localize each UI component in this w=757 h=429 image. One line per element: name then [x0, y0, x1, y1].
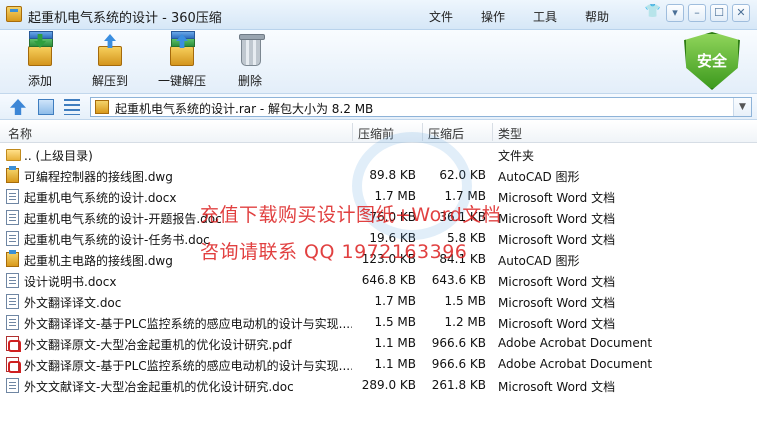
file-type: Microsoft Word 文档 — [498, 191, 616, 205]
dwg-file-icon — [6, 166, 19, 183]
shirt-skin-icon[interactable]: 👕 — [644, 4, 662, 22]
extract-folder-icon — [93, 34, 127, 68]
pdf-file-icon — [6, 336, 21, 352]
archive-app-icon — [6, 6, 22, 22]
extract-to-button[interactable]: 解压到 — [84, 34, 136, 92]
menu-help[interactable]: 帮助 — [585, 8, 609, 25]
file-type: Microsoft Word 文档 — [498, 212, 616, 226]
watermark-text-2: 咨询请联系 QQ 1972163396 — [200, 241, 468, 263]
file-name: 外文翻译译文.doc — [24, 296, 122, 310]
word-doc-icon — [6, 273, 19, 288]
maximize-button[interactable]: ☐ — [710, 4, 728, 22]
file-name: 设计说明书.docx — [24, 275, 117, 289]
table-row[interactable]: 外文文献译文-大型冶金起重机的优化设计研究.doc 289.0 KB 261.8 K… — [0, 375, 757, 396]
word-doc-icon — [6, 189, 19, 204]
rar-archive-icon — [95, 100, 109, 114]
add-archive-icon — [23, 31, 57, 68]
menu-file[interactable]: 文件 — [429, 8, 453, 25]
chevron-down-icon[interactable]: ▼ — [733, 98, 751, 116]
menu-operation[interactable]: 操作 — [481, 8, 505, 25]
minimize-button[interactable]: – — [688, 4, 706, 22]
compressed-size: 1.2 MB — [444, 315, 486, 329]
file-type: Microsoft Word 文档 — [498, 296, 616, 310]
compressed-size: 261.8 KB — [431, 378, 486, 392]
file-type: Microsoft Word 文档 — [498, 275, 616, 289]
file-type: AutoCAD 图形 — [498, 170, 580, 184]
word-doc-icon — [6, 231, 19, 246]
word-doc-icon — [6, 315, 19, 330]
table-row[interactable]: 外文翻译译文.doc 1.7 MB 1.5 MB Microsoft Word 文档 — [0, 291, 757, 312]
trash-icon — [233, 34, 267, 68]
add-button[interactable]: 添加 — [14, 31, 66, 92]
one-click-extract-label: 一键解压 — [157, 74, 206, 88]
delete-label: 删除 — [237, 74, 262, 88]
file-name: 可编程控制器的接线图.dwg — [24, 170, 173, 184]
table-row[interactable]: 外文翻译原文-大型冶金起重机的优化设计研究.pdf 1.1 MB 966.6 KB A… — [0, 333, 757, 354]
packed-size: 1.1 MB — [374, 357, 416, 371]
compressed-size: 966.6 KB — [431, 336, 486, 350]
dwg-file-icon — [6, 250, 19, 267]
packed-size: 646.8 KB — [361, 273, 416, 287]
address-field[interactable]: 起重机电气系统的设计.rar - 解包大小为 8.2 MB ▼ — [90, 97, 752, 117]
packed-size: 289.0 KB — [361, 378, 416, 392]
file-name: .. (上级目录) — [24, 149, 93, 163]
title-bar: 起重机电气系统的设计 - 360压缩 文件 操作 工具 帮助 👕 ▾ – ☐ ✕ — [0, 0, 757, 30]
pdf-file-icon — [6, 357, 21, 373]
address-bar: 起重机电气系统的设计.rar - 解包大小为 8.2 MB ▼ — [0, 94, 757, 120]
packed-size: 1.1 MB — [374, 336, 416, 350]
file-name: 外文翻译原文-基于PLC监控系统的感应电动机的设计与实现.... — [24, 359, 352, 373]
file-type: Adobe Acrobat Document — [498, 336, 653, 350]
file-name: 外文翻译译文-基于PLC监控系统的感应电动机的设计与实现.... — [24, 317, 352, 331]
one-click-extract-button[interactable]: 一键解压 — [150, 31, 214, 92]
word-doc-icon — [6, 378, 19, 393]
file-type: Microsoft Word 文档 — [498, 317, 616, 331]
packed-size: 1.5 MB — [374, 315, 416, 329]
file-type: Adobe Acrobat Document — [498, 357, 653, 371]
file-name: 外文翻译原文-大型冶金起重机的优化设计研究.pdf — [24, 338, 292, 352]
one-click-extract-icon — [165, 31, 199, 68]
menu-tools[interactable]: 工具 — [533, 8, 557, 25]
delete-button[interactable]: 删除 — [224, 34, 276, 92]
word-doc-icon — [6, 210, 19, 225]
extract-to-label: 解压到 — [91, 74, 128, 88]
column-name[interactable]: 名称 — [8, 125, 32, 142]
close-button[interactable]: ✕ — [732, 4, 750, 22]
table-row[interactable]: 设计说明书.docx 646.8 KB 643.6 KB Microsoft Word… — [0, 270, 757, 291]
folder-icon — [6, 149, 21, 161]
list-view-icon[interactable] — [64, 99, 80, 115]
watermark-text-1: 充值下载购买设计图纸+Word文档 — [200, 204, 502, 226]
up-level-icon[interactable] — [10, 99, 26, 115]
compressed-size: 643.6 KB — [431, 273, 486, 287]
file-type: AutoCAD 图形 — [498, 254, 580, 268]
file-type: 文件夹 — [498, 149, 535, 163]
dropdown-menu-icon[interactable]: ▾ — [666, 4, 684, 22]
compressed-size: 966.6 KB — [431, 357, 486, 371]
window-title: 起重机电气系统的设计 - 360压缩 — [28, 11, 222, 26]
table-row[interactable]: 外文翻译原文-基于PLC监控系统的感应电动机的设计与实现.... 1.1 MB 96… — [0, 354, 757, 375]
thumbnail-view-icon[interactable] — [38, 99, 54, 115]
address-text: 起重机电气系统的设计.rar - 解包大小为 8.2 MB — [115, 102, 374, 116]
toolbar: 添加 解压到 一键解压 删除 — [0, 30, 757, 94]
file-name: 外文文献译文-大型冶金起重机的优化设计研究.doc — [24, 380, 294, 394]
file-type: Microsoft Word 文档 — [498, 233, 616, 247]
column-type[interactable]: 类型 — [498, 125, 522, 142]
packed-size: 1.7 MB — [374, 294, 416, 308]
compressed-size: 1.5 MB — [444, 294, 486, 308]
add-label: 添加 — [27, 74, 52, 88]
file-type: Microsoft Word 文档 — [498, 380, 616, 394]
word-doc-icon — [6, 294, 19, 309]
table-row[interactable]: 外文翻译译文-基于PLC监控系统的感应电动机的设计与实现.... 1.5 MB 1.… — [0, 312, 757, 333]
